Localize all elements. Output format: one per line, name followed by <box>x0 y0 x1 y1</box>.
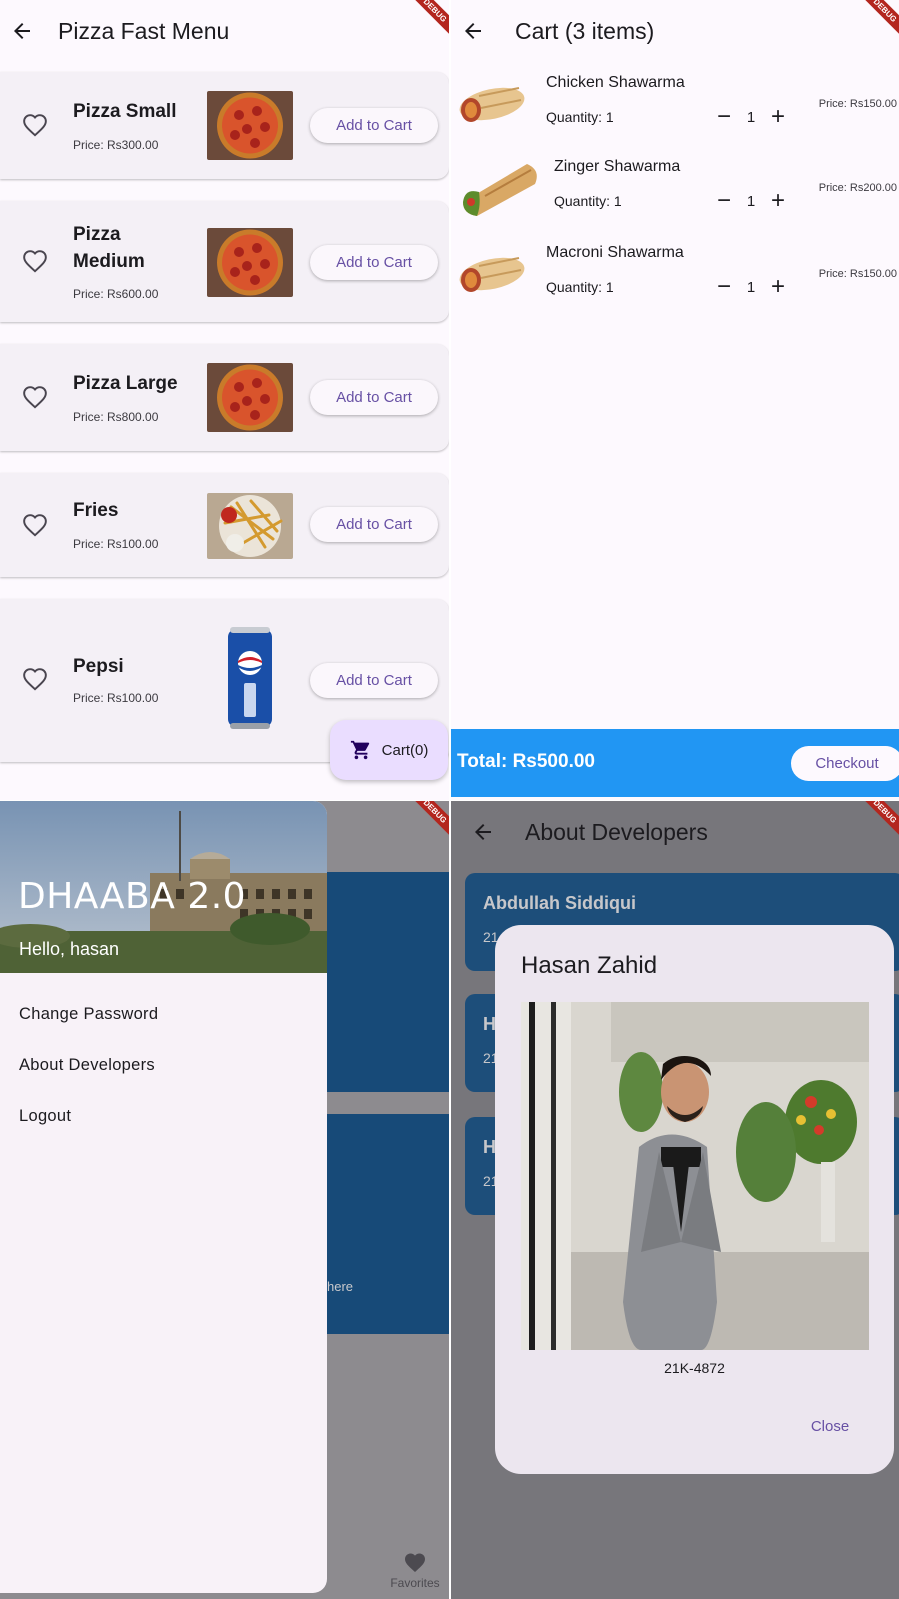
favorite-outline-icon[interactable] <box>22 249 48 275</box>
favorite-outline-icon[interactable] <box>22 113 48 139</box>
item-price: Price: Rs300.00 <box>73 138 159 152</box>
total-bar: Total: Rs500.00 Checkout <box>451 729 899 797</box>
menu-screen: Pizza Fast Menu DEBUG Pizza Small Price:… <box>0 0 449 800</box>
checkout-button[interactable]: Checkout <box>791 746 899 781</box>
app-name: DHAABA 2.0 <box>18 876 247 917</box>
menu-item-card: Pizza Small Price: Rs300.00 Add to Cart <box>0 72 449 179</box>
back-arrow-icon[interactable] <box>459 808 507 856</box>
menu-item-card: Pizza Medium Price: Rs600.00 Add to Cart <box>0 201 449 322</box>
add-to-cart-button[interactable]: Add to Cart <box>310 245 438 280</box>
cart-item-price: Price: Rs150.00 <box>818 268 897 280</box>
heart-filled-icon <box>405 1553 425 1572</box>
developer-id-text: 21K-4872 <box>664 1360 725 1376</box>
page-title: About Developers <box>525 818 708 845</box>
page-title: Pizza Fast Menu <box>58 17 230 44</box>
cart-item-quantity: Quantity: 1 <box>554 193 622 209</box>
developer-name: Abdullah Siddiqui <box>483 893 636 913</box>
add-to-cart-button[interactable]: Add to Cart <box>310 663 438 698</box>
drawer-item-change-password[interactable]: Change Password <box>19 1005 158 1024</box>
cart-item-name: Zinger Shawarma <box>554 158 681 175</box>
cart-item-name: Chicken Shawarma <box>546 74 685 91</box>
item-name: Pizza Medium <box>73 224 145 272</box>
decrease-button[interactable]: − <box>713 273 735 300</box>
cart-item: Macroni Shawarma Quantity: 1 − 1 + Price… <box>451 236 899 320</box>
drawer-item-logout[interactable]: Logout <box>19 1107 71 1126</box>
cart-item-name: Macroni Shawarma <box>546 244 684 261</box>
pepsi-can-image <box>228 627 272 729</box>
fries-image <box>207 493 293 559</box>
item-price: Price: Rs100.00 <box>73 691 159 705</box>
cart-screen: Cart (3 items) DEBUG Chicken Shawarma Qu… <box>451 0 899 800</box>
shawarma-image <box>459 87 525 122</box>
cart-fab-label: Cart(0) <box>381 741 429 759</box>
quantity-stepper: − 1 + <box>713 103 789 130</box>
item-name: Pizza Large <box>73 373 178 394</box>
shawarma-image <box>459 257 525 292</box>
item-name: Pizza Small <box>73 101 177 122</box>
increase-button[interactable]: + <box>767 103 789 130</box>
item-name: Fries <box>73 500 119 521</box>
back-arrow-icon[interactable] <box>0 7 46 55</box>
pizza-image <box>207 363 293 432</box>
developer-photo <box>521 1002 869 1350</box>
pizza-image <box>207 228 293 297</box>
item-name: Pepsi <box>73 656 124 677</box>
about-developers-screen: About Developers DEBUG Abdullah Siddiqui… <box>451 801 899 1599</box>
favorites-label: Favorites <box>390 1576 440 1590</box>
pizza-image <box>207 91 293 160</box>
back-arrow-icon[interactable] <box>451 7 497 55</box>
debug-banner: DEBUG <box>407 801 449 839</box>
cart-total: Total: Rs500.00 <box>457 751 595 772</box>
background-card <box>327 1114 449 1334</box>
page-title: Cart (3 items) <box>515 17 655 44</box>
quantity-value: 1 <box>746 278 756 296</box>
cart-fab-button[interactable]: Cart(0) <box>330 720 448 780</box>
cart-item-price: Price: Rs150.00 <box>818 98 897 110</box>
shawarma-image <box>463 164 537 216</box>
decrease-button[interactable]: − <box>713 187 735 214</box>
background-text: here <box>327 1279 354 1294</box>
developer-dialog: Hasan Zahid 21K-4872 Close <box>495 925 894 1474</box>
menu-app-bar: Pizza Fast Menu <box>0 0 449 62</box>
add-to-cart-button[interactable]: Add to Cart <box>310 380 438 415</box>
cart-icon <box>350 740 369 760</box>
cart-item-quantity: Quantity: 1 <box>546 109 614 125</box>
about-app-bar: About Developers <box>451 801 899 863</box>
drawer-item-about-developers[interactable]: About Developers <box>19 1056 155 1075</box>
cart-item: Chicken Shawarma Quantity: 1 − 1 + Price… <box>451 66 899 150</box>
quantity-value: 1 <box>746 192 756 210</box>
navigation-drawer: DHAABA 2.0 Hello, hasan Change Password … <box>0 801 327 1593</box>
quantity-stepper: − 1 + <box>713 187 789 214</box>
greeting: Hello, hasan <box>19 939 120 959</box>
item-price: Price: Rs800.00 <box>73 410 159 424</box>
increase-button[interactable]: + <box>767 273 789 300</box>
quantity-value: 1 <box>746 108 756 126</box>
item-price: Price: Rs100.00 <box>73 537 159 551</box>
dialog-title: Hasan Zahid <box>521 952 658 979</box>
background-card <box>327 872 449 1092</box>
cart-item-price: Price: Rs200.00 <box>818 182 897 194</box>
menu-item-card: Pizza Large Price: Rs800.00 Add to Cart <box>0 344 449 451</box>
add-to-cart-button[interactable]: Add to Cart <box>310 507 438 542</box>
item-price: Price: Rs600.00 <box>73 287 159 301</box>
close-button[interactable]: Close <box>785 1408 875 1444</box>
drawer-screen: DEBUG here Favorites DHAABA 2.0 Hello, h… <box>0 801 449 1599</box>
quantity-stepper: − 1 + <box>713 273 789 300</box>
decrease-button[interactable]: − <box>713 103 735 130</box>
cart-app-bar: Cart (3 items) <box>451 0 899 62</box>
favorite-outline-icon[interactable] <box>22 513 48 539</box>
cart-item: Zinger Shawarma Quantity: 1 − 1 + Price:… <box>451 150 899 234</box>
menu-item-card: Fries Price: Rs100.00 Add to Cart <box>0 473 449 577</box>
increase-button[interactable]: + <box>767 187 789 214</box>
favorite-outline-icon[interactable] <box>22 667 48 693</box>
drawer-header: DHAABA 2.0 Hello, hasan <box>0 801 327 973</box>
cart-item-quantity: Quantity: 1 <box>546 279 614 295</box>
favorite-outline-icon[interactable] <box>22 385 48 411</box>
add-to-cart-button[interactable]: Add to Cart <box>310 108 438 143</box>
favorites-tab[interactable]: Favorites <box>372 1551 449 1590</box>
